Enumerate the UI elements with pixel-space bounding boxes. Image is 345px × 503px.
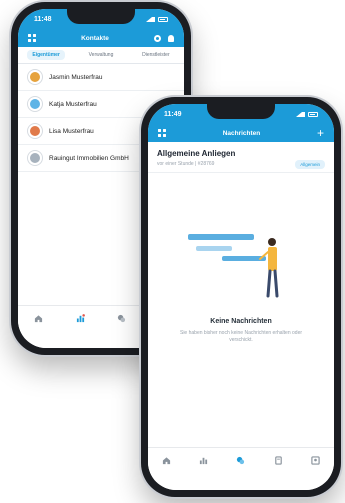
avatar	[28, 151, 42, 165]
dashboard-icon[interactable]	[199, 456, 208, 465]
contact-name: Jasmin Musterfrau	[49, 73, 103, 81]
contact-name: Rauingut Immobilien GmbH	[49, 154, 129, 162]
bell-icon[interactable]	[168, 34, 174, 42]
page-title: Kontakte	[81, 34, 109, 42]
contacts-icon[interactable]	[311, 456, 320, 465]
status-time: 11:48	[34, 15, 52, 23]
plus-icon[interactable]: +	[317, 127, 324, 139]
home-icon[interactable]	[34, 314, 43, 323]
conversation-title: Allgemeine Anliegen	[157, 149, 236, 158]
bottom-nav	[148, 447, 334, 490]
phone-notch	[207, 104, 275, 119]
phone-messages: 11:49 Nachrichten + Allgemeine Anliegen …	[141, 97, 341, 497]
status-icons	[296, 111, 318, 117]
contacts-toolbar: Kontakte	[18, 29, 184, 47]
grid-icon[interactable]	[158, 129, 166, 137]
contact-name: Lisa Musterfrau	[49, 127, 94, 135]
avatar	[28, 124, 42, 138]
toolbar-actions	[154, 34, 174, 42]
empty-state-text: Sie haben bisher noch keine Nachrichten …	[179, 330, 303, 344]
grid-icon[interactable]	[28, 34, 36, 42]
tab-verwaltung[interactable]: Verwaltung	[84, 50, 119, 60]
avatar	[28, 70, 42, 84]
page-title: Nachrichten	[222, 129, 261, 137]
category-badge: Allgemein	[295, 160, 325, 169]
messages-screen: 11:49 Nachrichten + Allgemeine Anliegen …	[148, 104, 334, 490]
contact-name: Katja Musterfrau	[49, 100, 97, 108]
empty-state-title: Keine Nachrichten	[210, 318, 272, 325]
status-icons	[146, 16, 168, 22]
chat-icon[interactable]	[117, 314, 126, 323]
signal-icon	[146, 16, 155, 22]
phone-notch	[67, 9, 135, 24]
dashboard-icon[interactable]	[76, 314, 85, 323]
list-item[interactable]: Jasmin Musterfrau	[18, 64, 184, 91]
documents-icon[interactable]	[274, 456, 283, 465]
home-icon[interactable]	[162, 456, 171, 465]
avatar	[28, 97, 42, 111]
battery-icon	[158, 16, 168, 22]
tab-eigentuemer[interactable]: Eigentümer	[27, 50, 65, 60]
gear-icon[interactable]	[154, 34, 161, 42]
signal-icon	[296, 111, 305, 117]
empty-state-illustration	[188, 234, 279, 298]
contact-tabs: Eigentümer Verwaltung Dienstleister	[18, 47, 184, 64]
conversation-item[interactable]: Allgemeine Anliegen vor einer Stunde | #…	[148, 142, 334, 173]
tab-dienstleister[interactable]: Dienstleister	[137, 50, 175, 60]
chat-icon[interactable]	[236, 456, 245, 465]
battery-icon	[308, 111, 318, 117]
status-time: 11:49	[164, 110, 182, 118]
messages-toolbar: Nachrichten +	[148, 124, 334, 142]
